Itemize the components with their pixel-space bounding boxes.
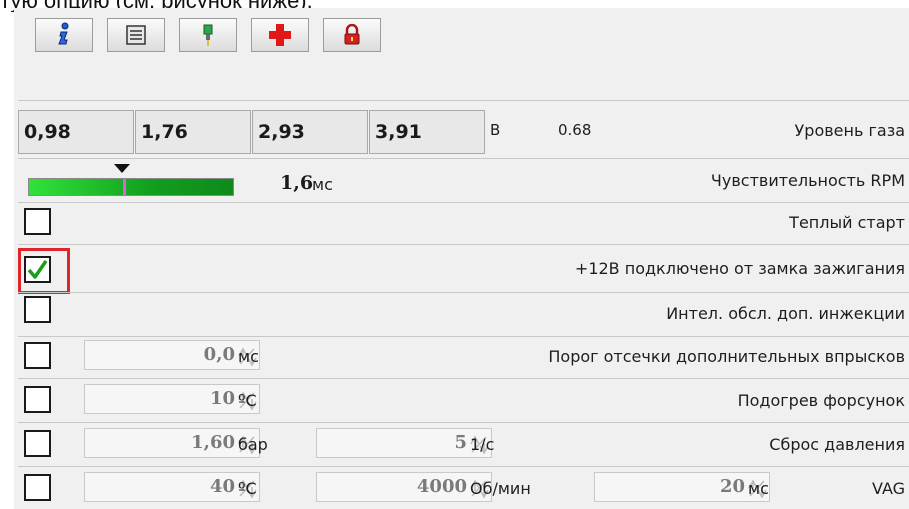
pressure-reset-value-2: 5 [454, 432, 467, 453]
pressure-reset-value-1: 1,60 [191, 432, 235, 453]
lock-button[interactable] [323, 18, 381, 52]
row-divider [18, 202, 909, 203]
row-divider [18, 100, 909, 101]
heating-checkbox[interactable] [24, 386, 51, 413]
list-icon [125, 24, 147, 46]
lock-icon [343, 24, 361, 46]
warm-start-label: Теплый старт [789, 213, 905, 232]
pressure-reset-unit-1: бар [238, 435, 268, 454]
threshold-spinbox[interactable]: 0,0 [84, 340, 260, 370]
pressure-reset-spinbox-2[interactable]: 5 [316, 428, 492, 458]
vag-value-1: 40 [209, 476, 235, 497]
settings-panel: 0,98 1,76 2,93 3,91 В 0.68 Уровень газа … [14, 8, 909, 509]
gas-level-unit: В [490, 121, 501, 139]
info-icon [53, 22, 75, 48]
vag-spinbox-1[interactable]: 40 [84, 472, 260, 502]
info-button[interactable] [35, 18, 93, 52]
row-divider [18, 292, 909, 293]
rpm-sensitivity-slider[interactable] [28, 178, 234, 196]
injector-button[interactable] [179, 18, 237, 52]
pressure-reset-checkbox[interactable] [24, 430, 51, 457]
rpm-sensitivity-unit: мс [312, 175, 333, 194]
injector-icon [198, 22, 218, 48]
add-button[interactable] [251, 18, 309, 52]
heating-value: 10 [209, 388, 235, 409]
vag-unit-1: ºС [238, 479, 257, 498]
slider-thumb[interactable] [123, 179, 126, 195]
row-divider [18, 336, 909, 337]
row-divider [18, 422, 909, 423]
gas-level-value-3: 2,93 [252, 110, 368, 154]
extra-injection-checkbox[interactable] [24, 296, 51, 323]
slider-pointer-icon [114, 159, 130, 178]
vag-spinbox-2[interactable]: 4000 [316, 472, 492, 502]
ignition-12v-checkbox[interactable] [24, 256, 51, 283]
vag-unit-2: Об/мин [470, 479, 531, 498]
list-button[interactable] [107, 18, 165, 52]
extra-injection-label: Интел. обсл. доп. инжекции [666, 304, 905, 323]
pressure-reset-unit-2: 1/с [470, 435, 495, 454]
row-divider [18, 466, 909, 467]
threshold-unit: мс [238, 347, 259, 366]
red-cross-icon [267, 22, 293, 48]
heating-unit: ºС [238, 391, 257, 410]
heating-label: Подогрев форсунок [737, 391, 905, 410]
vag-spinbox-3[interactable]: 20 [594, 472, 770, 502]
heating-spinbox[interactable]: 10 [84, 384, 260, 414]
vag-unit-3: мс [748, 479, 769, 498]
vag-value-2: 4000 [416, 476, 467, 497]
warm-start-checkbox[interactable] [24, 208, 51, 235]
pressure-reset-spinbox-1[interactable]: 1,60 [84, 428, 260, 458]
threshold-label: Порог отсечки дополнительных впрысков [548, 347, 905, 366]
gas-level-value-2: 1,76 [135, 110, 251, 154]
vag-checkbox[interactable] [24, 474, 51, 501]
row-divider [18, 244, 909, 245]
vag-value-3: 20 [719, 476, 745, 497]
gas-level-value-4: 3,91 [369, 110, 485, 154]
threshold-checkbox[interactable] [24, 342, 51, 369]
row-divider [18, 158, 909, 159]
rpm-sensitivity-label: Чувствительность RPM [710, 171, 905, 190]
pressure-reset-label: Сброс давления [769, 435, 905, 454]
ignition-12v-label: +12В подключено от замка зажигания [574, 259, 905, 278]
gas-level-label: Уровень газа [794, 121, 905, 140]
threshold-value: 0,0 [203, 344, 235, 365]
rpm-sensitivity-value: 1,6 [280, 172, 314, 194]
row-divider [18, 378, 909, 379]
gas-level-value-1: 0,98 [18, 110, 134, 154]
gas-level-reading: 0.68 [558, 121, 592, 139]
vag-label: VAG [872, 479, 905, 498]
